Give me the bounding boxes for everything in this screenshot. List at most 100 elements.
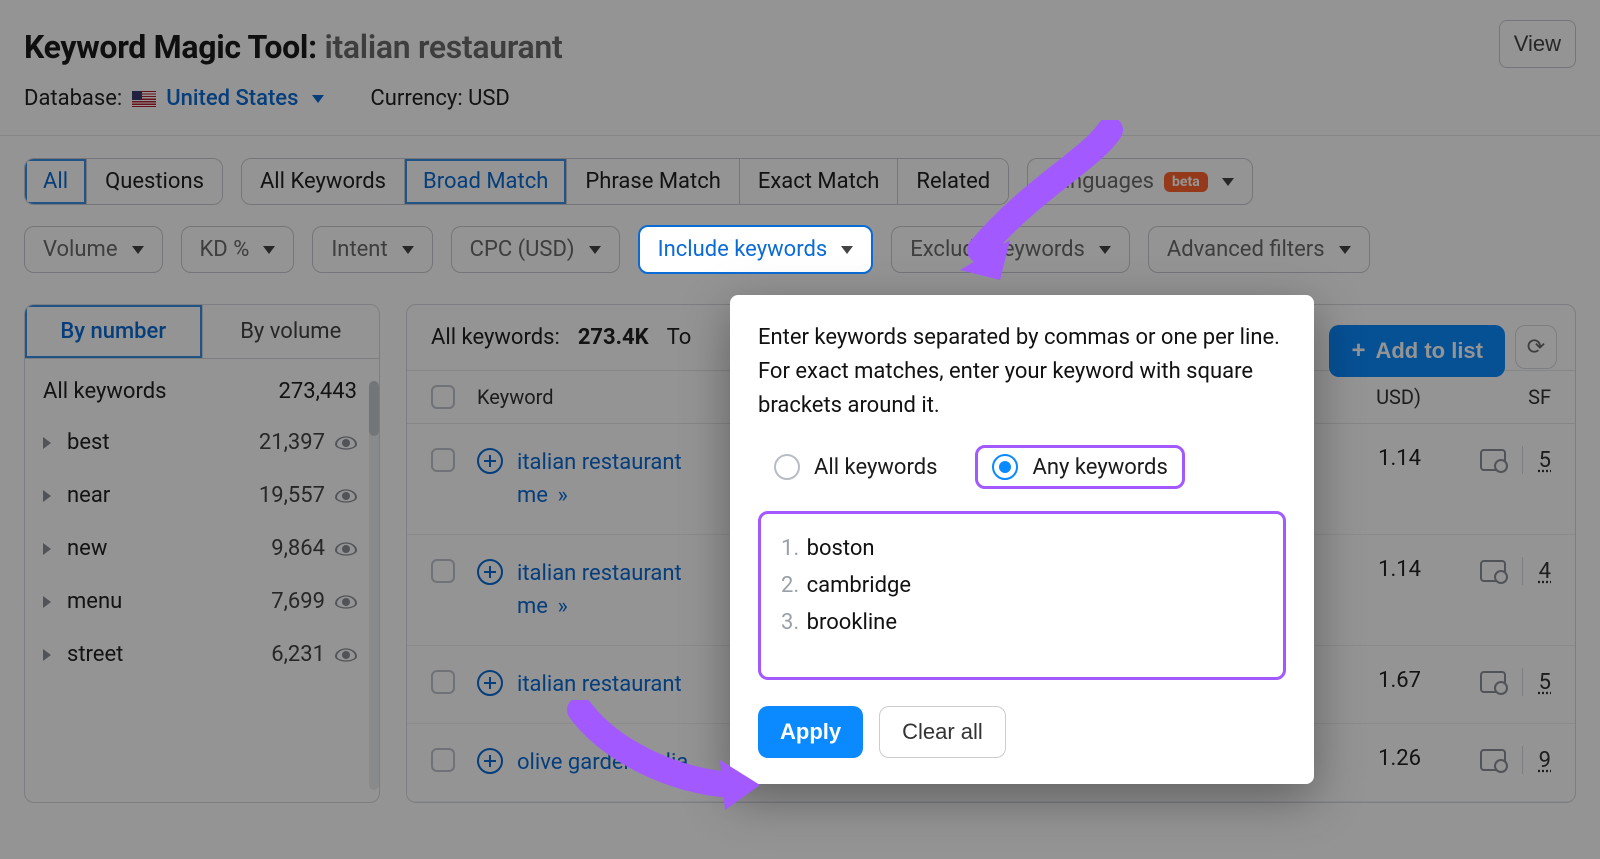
- results-count: 273.4K: [578, 325, 649, 350]
- chevron-double-right-icon: »: [557, 479, 567, 512]
- radio-all-keywords[interactable]: All keywords: [758, 446, 953, 488]
- serp-icon[interactable]: [1480, 671, 1506, 693]
- add-keyword-icon[interactable]: [477, 559, 503, 585]
- divider: [1522, 746, 1523, 774]
- chevron-down-icon: [263, 246, 275, 254]
- tab-questions[interactable]: Questions: [87, 159, 222, 204]
- scrollbar[interactable]: [369, 381, 379, 790]
- sf-count[interactable]: 5: [1539, 448, 1551, 473]
- sidebar-item-label: new: [67, 536, 255, 561]
- radio-any-keywords[interactable]: Any keywords: [975, 445, 1184, 489]
- results-total-prefix: To: [667, 325, 692, 350]
- sf-count[interactable]: 5: [1539, 670, 1551, 695]
- languages-dropdown[interactable]: Languages beta: [1027, 158, 1252, 205]
- sidebar-item[interactable]: menu 7,699: [43, 575, 357, 628]
- filter-volume[interactable]: Volume: [24, 226, 163, 273]
- row-checkbox[interactable]: [431, 448, 455, 472]
- chevron-down-icon: [1099, 246, 1111, 254]
- popover-actions: Apply Clear all: [758, 706, 1286, 758]
- view-button[interactable]: View: [1499, 20, 1576, 68]
- filter-include-keywords[interactable]: Include keywords: [638, 225, 874, 274]
- divider: [1522, 557, 1523, 585]
- sidebar-all-row[interactable]: All keywords 273,443: [25, 359, 379, 410]
- eye-icon[interactable]: [335, 485, 357, 507]
- sidebar-item[interactable]: street 6,231: [43, 628, 357, 681]
- sidebar-tab-by-number[interactable]: By number: [25, 305, 203, 359]
- database-country: United States: [166, 86, 298, 111]
- clear-all-button[interactable]: Clear all: [879, 706, 1006, 758]
- tab-broad-match[interactable]: Broad Match: [405, 159, 567, 204]
- serp-icon[interactable]: [1480, 749, 1506, 771]
- chevron-right-icon: [43, 437, 51, 449]
- tab-phrase-match[interactable]: Phrase Match: [567, 159, 739, 204]
- refresh-icon: ⟳: [1527, 335, 1545, 360]
- add-to-list-button[interactable]: + Add to list: [1329, 325, 1505, 377]
- keyword-link[interactable]: italian restaurant: [517, 668, 682, 701]
- cpc-cell: 1.67: [1311, 668, 1421, 693]
- sidebar-tab-by-volume[interactable]: By volume: [203, 305, 380, 359]
- chevron-down-icon: [312, 95, 324, 103]
- row-checkbox[interactable]: [431, 670, 455, 694]
- tab-related[interactable]: Related: [898, 159, 1008, 204]
- eye-icon[interactable]: [335, 644, 357, 666]
- sidebar-tabs: By number By volume: [25, 305, 379, 359]
- keyword-link[interactable]: italian restaurant me »: [517, 446, 682, 512]
- tab-all[interactable]: All: [25, 159, 87, 204]
- chevron-right-icon: [43, 596, 51, 608]
- sf-count[interactable]: 9: [1539, 748, 1551, 773]
- radio-icon: [992, 454, 1018, 480]
- serp-icon[interactable]: [1480, 560, 1506, 582]
- select-all-checkbox[interactable]: [431, 385, 455, 409]
- sidebar-item-count: 7,699: [255, 589, 325, 614]
- divider: [1522, 668, 1523, 696]
- sidebar-item-label: menu: [67, 589, 255, 614]
- keyword-entry: brookline: [781, 604, 1263, 641]
- scrollbar-thumb[interactable]: [369, 381, 379, 436]
- chevron-down-icon: [1222, 178, 1234, 186]
- chevron-right-icon: [43, 649, 51, 661]
- chevron-right-icon: [43, 543, 51, 555]
- eye-icon[interactable]: [335, 432, 357, 454]
- col-cpc[interactable]: USD): [1311, 385, 1421, 409]
- col-sf[interactable]: SF: [1421, 385, 1551, 409]
- filter-intent[interactable]: Intent: [312, 226, 432, 273]
- keyword-link[interactable]: olive garden italia: [517, 746, 688, 779]
- tab-exact-match[interactable]: Exact Match: [740, 159, 899, 204]
- row-checkbox[interactable]: [431, 748, 455, 772]
- meta-row: Database: United States Currency: USD: [24, 86, 1576, 111]
- eye-icon[interactable]: [335, 591, 357, 613]
- keyword-link[interactable]: italian restaurant me »: [517, 557, 682, 623]
- sidebar-item-count: 9,864: [255, 536, 325, 561]
- filter-kd[interactable]: KD %: [181, 226, 295, 273]
- page-title: Keyword Magic Tool: italian restaurant: [24, 28, 562, 66]
- sf-count[interactable]: 4: [1539, 559, 1551, 584]
- chevron-double-right-icon: »: [557, 590, 567, 623]
- row-checkbox[interactable]: [431, 559, 455, 583]
- sidebar-item[interactable]: new 9,864: [43, 522, 357, 575]
- sidebar-item[interactable]: best 21,397: [43, 416, 357, 469]
- sf-cell: 5: [1421, 446, 1551, 474]
- add-keyword-icon[interactable]: [477, 748, 503, 774]
- radio-label: All keywords: [814, 455, 937, 480]
- beta-badge: beta: [1164, 172, 1208, 192]
- cpc-cell: 1.26: [1311, 746, 1421, 771]
- sidebar-item[interactable]: near 19,557: [43, 469, 357, 522]
- add-keyword-icon[interactable]: [477, 670, 503, 696]
- refresh-button[interactable]: ⟳: [1515, 325, 1557, 369]
- serp-icon[interactable]: [1480, 449, 1506, 471]
- filter-advanced[interactable]: Advanced filters: [1148, 226, 1370, 273]
- tab-group-type: All Questions: [24, 158, 223, 205]
- search-query: italian restaurant: [324, 28, 562, 66]
- divider: [1522, 446, 1523, 474]
- database-selector[interactable]: Database: United States: [24, 86, 324, 111]
- chevron-down-icon: [589, 246, 601, 254]
- keywords-textarea[interactable]: boston cambridge brookline: [758, 511, 1286, 680]
- filter-cpc[interactable]: CPC (USD): [451, 226, 620, 273]
- chevron-down-icon: [402, 246, 414, 254]
- add-keyword-icon[interactable]: [477, 448, 503, 474]
- eye-icon[interactable]: [335, 538, 357, 560]
- tab-all-keywords[interactable]: All Keywords: [242, 159, 405, 204]
- filter-exclude-keywords[interactable]: Exclude keywords: [891, 226, 1130, 273]
- apply-button[interactable]: Apply: [758, 706, 863, 758]
- sidebar-all-label: All keywords: [43, 379, 166, 404]
